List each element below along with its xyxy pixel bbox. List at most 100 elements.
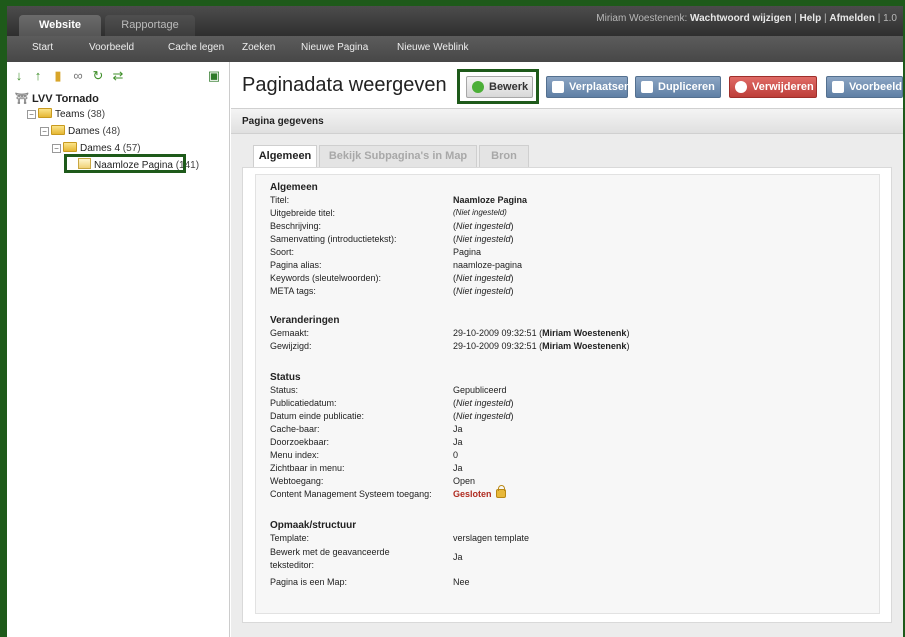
collapse-icon[interactable]: −: [27, 110, 36, 119]
nav-start[interactable]: Start: [32, 36, 53, 60]
arrow-up-icon[interactable]: ↑: [31, 69, 45, 83]
tree-item-label: Dames: [68, 126, 100, 137]
row-key: Gewijzigd:: [270, 341, 312, 351]
detail-row: Zichtbaar in menu: Ja: [270, 463, 870, 476]
row-value: (Niet ingesteld): [453, 234, 514, 244]
detail-row: Webtoegang: Open: [270, 476, 870, 489]
row-value: Ja: [453, 424, 463, 434]
tree-item-count: (38): [87, 109, 106, 120]
main-pane: Paginadata weergeven Bewerk Verplaatsen …: [231, 62, 903, 637]
tree-item-teams[interactable]: − Teams (38): [27, 108, 105, 120]
site-root-icon: ⛩: [15, 93, 29, 105]
lock-icon: [495, 485, 506, 498]
row-key: Pagina alias:: [270, 260, 322, 270]
row-value: (Niet ingesteld): [453, 411, 514, 421]
preview-button[interactable]: Voorbeeld: [826, 76, 903, 98]
duplicate-button[interactable]: Dupliceren: [635, 76, 721, 98]
logout-link[interactable]: Afmelden: [829, 13, 875, 24]
detail-row: Menu index: 0: [270, 450, 870, 463]
link-icon[interactable]: ∞: [71, 69, 85, 83]
move-icon: [552, 81, 564, 93]
section-title-algemeen: Algemeen: [270, 182, 318, 193]
row-key: Pagina is een Map:: [270, 577, 348, 587]
nav-nieuwe-pagina[interactable]: Nieuwe Pagina: [301, 36, 368, 60]
row-key: Bewerk met de geavanceerde teksteditor:: [270, 547, 390, 570]
tab-content: Algemeen Titel: Naamloze Pagina Uitgebrei…: [242, 167, 892, 623]
detail-row: Status: Gepubliceerd: [270, 385, 870, 398]
delete-icon: [735, 81, 747, 93]
row-value: Open: [453, 476, 476, 486]
row-key: Beschrijving:: [270, 221, 322, 231]
nav-zoeken[interactable]: Zoeken: [242, 36, 275, 60]
detail-row: Pagina is een Map: Nee: [270, 577, 870, 590]
shuffle-icon[interactable]: ⇄: [111, 69, 125, 83]
row-value: (Niet ingesteld): [453, 273, 514, 283]
row-value: (Niet ingesteld): [453, 398, 514, 408]
help-link[interactable]: Help: [800, 13, 822, 24]
refresh-icon[interactable]: ↻: [91, 69, 105, 83]
tab-subpaginas[interactable]: Bekijk Subpagina's in Map: [319, 145, 477, 167]
row-value: Pagina: [453, 247, 482, 257]
row-value: Ja: [453, 463, 463, 473]
detail-row: Content Management Systeem toegang: Geslo…: [270, 485, 870, 502]
delete-button-label: Verwijderen: [752, 81, 814, 93]
version-label: 1.0: [883, 13, 897, 24]
row-key: Titel:: [270, 195, 290, 205]
change-password-link[interactable]: Wachtwoord wijzigen: [690, 13, 791, 24]
row-key: Gemaakt:: [270, 328, 310, 338]
detail-row: Uitgebreide titel: (Niet ingesteld): [270, 208, 870, 221]
nav-nieuwe-weblink[interactable]: Nieuwe Weblink: [397, 36, 469, 60]
nav-voorbeeld[interactable]: Voorbeeld: [89, 36, 134, 60]
edit-button[interactable]: Bewerk: [466, 76, 533, 98]
detail-row: Pagina alias: naamloze-pagina: [270, 260, 870, 273]
user-bar: Miriam Woestenenk: Wachtwoord wijzigen |…: [596, 13, 897, 24]
folder-icon: [38, 108, 52, 118]
duplicate-icon: [641, 81, 653, 93]
tab-algemeen[interactable]: Algemeen: [253, 145, 317, 167]
row-value: verslagen template: [453, 533, 530, 543]
collapse-icon[interactable]: −: [52, 144, 61, 153]
collapse-panel-icon[interactable]: ▣: [207, 69, 221, 83]
section-title-veranderingen: Veranderingen: [270, 315, 340, 326]
sub-navigation: Start Voorbeeld Cache legen Zoeken Nieuw…: [7, 36, 903, 62]
new-page-icon[interactable]: ▮: [51, 69, 65, 83]
detail-row: Cache-baar: Ja: [270, 424, 870, 437]
detail-row: Template: verslagen template: [270, 533, 870, 546]
tree-item-dames-4[interactable]: − Dames 4 (57): [52, 142, 141, 154]
collapse-icon[interactable]: −: [40, 127, 49, 136]
row-value: Gepubliceerd: [453, 385, 507, 395]
detail-row: Doorzoekbaar: Ja: [270, 437, 870, 450]
row-value: Nee: [453, 577, 470, 587]
row-value: Gesloten: [453, 485, 506, 499]
tree-item-label: Dames 4: [80, 143, 121, 154]
tab-website[interactable]: Website: [19, 15, 101, 36]
detail-row: Samenvatting (introductietekst): (Niet in…: [270, 234, 870, 247]
detail-row: Keywords (sleutelwoorden): (Niet ingestel…: [270, 273, 870, 286]
selected-page-highlight: [64, 154, 186, 173]
preview-button-label: Voorbeeld: [849, 81, 902, 93]
tree-toolbar: ↓ ↑ ▮ ∞ ↻ ⇄ ▣: [7, 62, 229, 86]
delete-button[interactable]: Verwijderen: [729, 76, 817, 98]
tree-root[interactable]: ⛩ LVV Tornado: [15, 92, 99, 105]
row-key: Uitgebreide titel:: [270, 208, 336, 218]
detail-row: Bewerk met de geavanceerde teksteditor: J…: [270, 546, 870, 572]
row-value: Naamloze Pagina: [453, 195, 528, 205]
tab-rapportage[interactable]: Rapportage: [105, 15, 195, 36]
tree-item-dames[interactable]: − Dames (48): [40, 125, 120, 137]
detail-row: META tags: (Niet ingesteld): [270, 286, 870, 299]
row-value: Ja: [453, 437, 463, 447]
row-value: (Niet ingesteld): [453, 208, 507, 217]
row-key: Keywords (sleutelwoorden):: [270, 273, 382, 283]
move-button[interactable]: Verplaatsen: [546, 76, 631, 98]
nav-cache-legen[interactable]: Cache legen: [168, 36, 224, 60]
row-value: naamloze-pagina: [453, 260, 523, 270]
top-header: Website Rapportage Miriam Woestenenk: Wa…: [7, 6, 903, 36]
duplicate-button-label: Dupliceren: [658, 81, 715, 93]
row-key: Doorzoekbaar:: [270, 437, 330, 447]
detail-row: Soort: Pagina: [270, 247, 870, 260]
arrow-down-icon[interactable]: ↓: [12, 69, 26, 83]
tab-bron[interactable]: Bron: [479, 145, 529, 167]
separator: |: [877, 13, 881, 24]
row-key: Samenvatting (introductietekst):: [270, 234, 397, 244]
row-value: (Niet ingesteld): [453, 286, 514, 296]
